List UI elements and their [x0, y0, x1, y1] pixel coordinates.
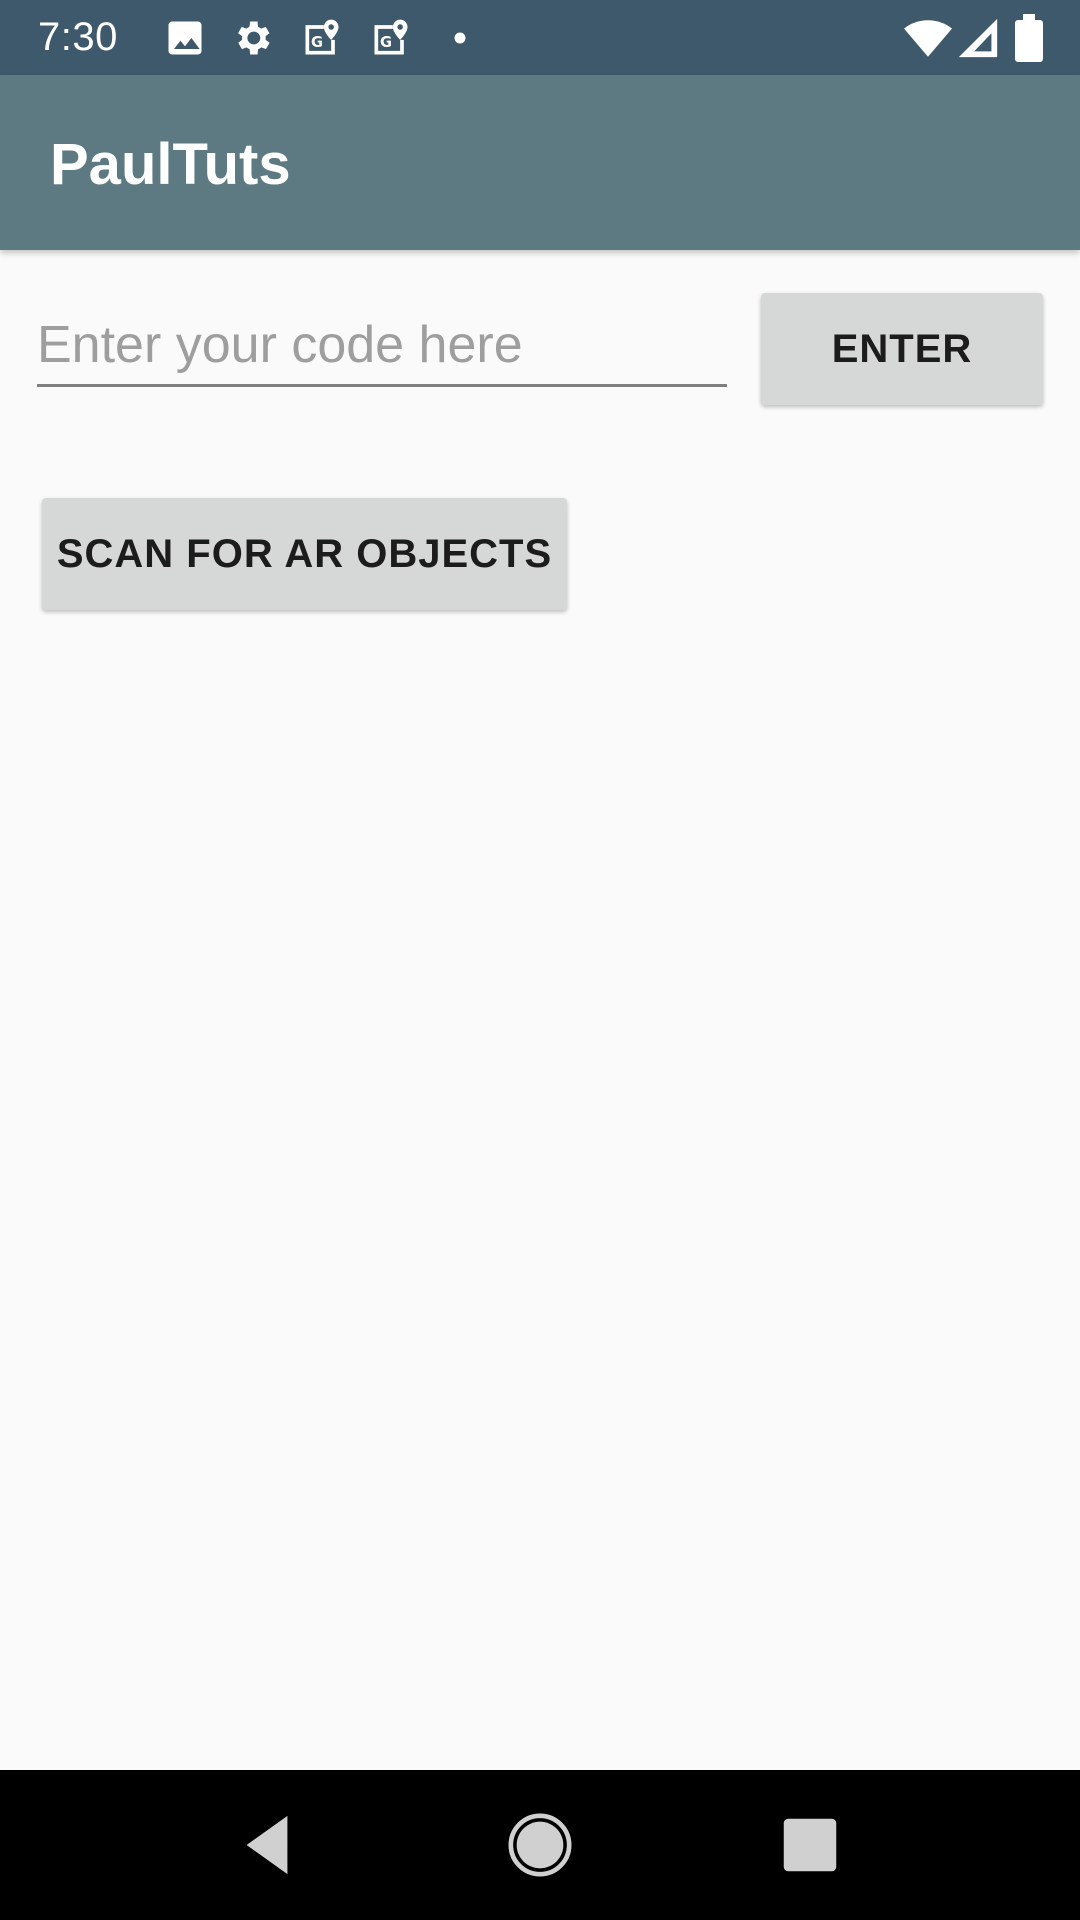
- settings-gear-icon: [230, 16, 274, 60]
- battery-icon: [1010, 14, 1048, 62]
- recents-icon[interactable]: [775, 1810, 845, 1880]
- app-bar: PaulTuts: [0, 75, 1080, 250]
- status-time: 7:30: [38, 15, 118, 59]
- cellular-signal-icon: [955, 15, 1001, 61]
- image-icon: [163, 16, 207, 60]
- maps-icon: G: [369, 16, 413, 60]
- maps-icon: G: [300, 16, 344, 60]
- code-input[interactable]: [37, 305, 727, 387]
- status-bar: 7:30 G G: [0, 0, 1080, 75]
- enter-button[interactable]: ENTER: [761, 293, 1043, 405]
- back-icon[interactable]: [232, 1810, 302, 1880]
- screen: 7:30 G G PaulTuts ENTER SCAN FOR A: [0, 0, 1080, 1920]
- svg-text:G: G: [380, 34, 392, 51]
- notification-dot-icon: [438, 16, 482, 60]
- svg-text:G: G: [311, 34, 323, 51]
- wifi-icon: [903, 13, 953, 63]
- navigation-bar: [0, 1770, 1080, 1920]
- app-title: PaulTuts: [50, 132, 291, 197]
- home-icon[interactable]: [505, 1810, 575, 1880]
- scan-for-ar-objects-button[interactable]: SCAN FOR AR OBJECTS: [42, 498, 567, 610]
